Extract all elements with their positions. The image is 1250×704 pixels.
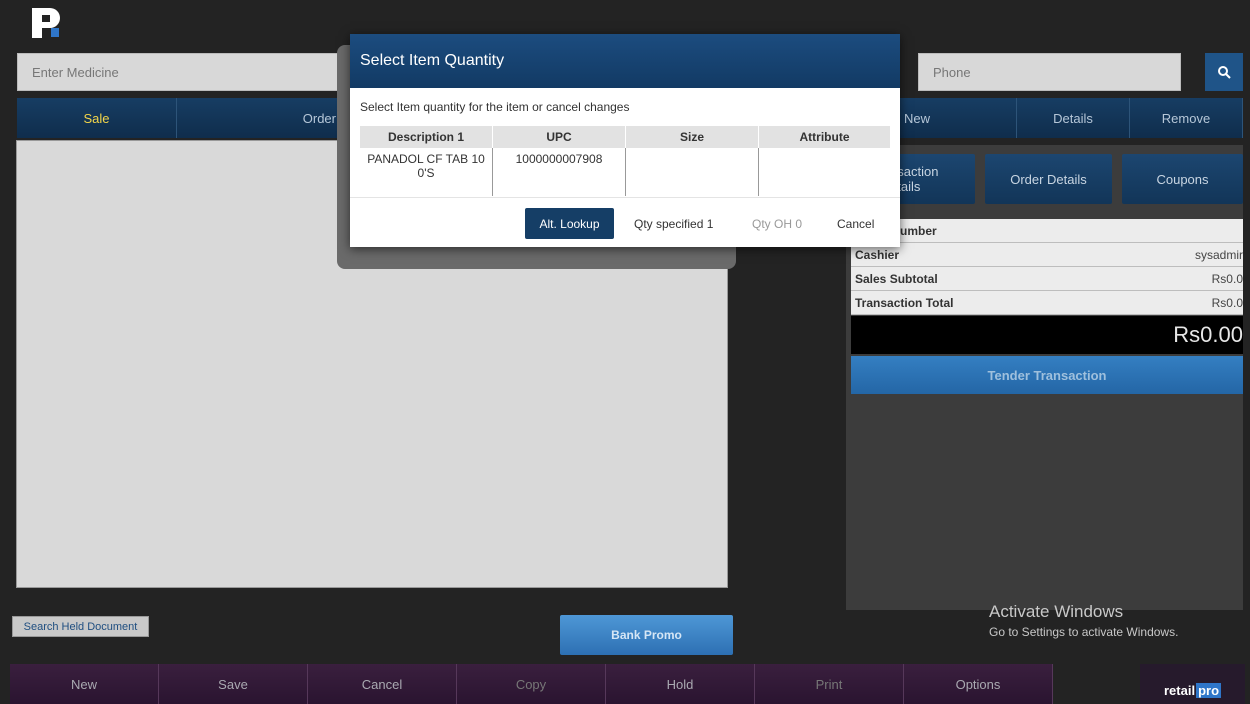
save-button[interactable]: Save [159, 664, 308, 704]
info-value: sysadmir [1194, 247, 1243, 262]
activate-windows-title: Activate Windows [989, 602, 1124, 621]
column-header-description: Description 1 [360, 126, 493, 148]
tab-customer-details[interactable]: Details [1017, 98, 1130, 138]
cancel-button[interactable]: Cancel [308, 664, 457, 704]
retailpro-logo-icon [30, 6, 60, 40]
qty-specified-text: Qty specified 1 [634, 216, 714, 231]
info-label: Transaction Total [855, 295, 954, 310]
options-button[interactable]: Options [904, 664, 1053, 704]
tab-remove-customer[interactable]: Remove [1130, 98, 1243, 138]
info-row-transaction-total: Transaction Total Rs0.0 [851, 291, 1243, 315]
bottom-action-bar: New Save Cancel Copy Hold Print Options [10, 664, 1053, 704]
search-icon [1218, 66, 1231, 79]
cell-size [625, 148, 759, 196]
brand-pro-text: pro [1196, 683, 1222, 698]
dialog-message: Select Item quantity for the item or can… [360, 100, 630, 114]
retailpro-brand-logo: retail pro [1140, 664, 1245, 704]
tab-order[interactable]: Order [177, 98, 357, 138]
cell-attribute [759, 148, 891, 196]
tab-sale[interactable]: Sale [17, 98, 177, 138]
info-value: Rs0.0 [1211, 271, 1243, 286]
info-label: Cashier [855, 247, 900, 262]
order-details-button[interactable]: Order Details [985, 154, 1112, 204]
tab-new-customer[interactable]: New [900, 98, 1017, 138]
coupons-button[interactable]: Coupons [1122, 154, 1243, 204]
total-display: Rs0.00 [851, 316, 1243, 354]
table-row[interactable]: PANADOL CF TAB 10 0'S 1000000007908 [360, 148, 890, 196]
tender-transaction-button[interactable]: Tender Transaction [851, 356, 1243, 394]
select-item-quantity-dialog: Select Item Quantity Select Item quantit… [350, 34, 900, 247]
info-row-number: umber [851, 219, 1243, 243]
cell-upc: 1000000007908 [492, 148, 626, 196]
info-label: Sales Subtotal [855, 271, 938, 286]
activate-windows-subtitle: Go to Settings to activate Windows. [989, 625, 1179, 639]
qty-on-hand-text: Qty OH 0 [752, 216, 803, 231]
alt-lookup-button[interactable]: Alt. Lookup [525, 208, 614, 239]
cell-description: PANADOL CF TAB 10 0'S [360, 148, 493, 196]
info-row-sales-subtotal: Sales Subtotal Rs0.0 [851, 267, 1243, 291]
search-held-document-button[interactable]: Search Held Document [12, 616, 149, 637]
hold-button[interactable]: Hold [606, 664, 755, 704]
new-button[interactable]: New [10, 664, 159, 704]
info-value: Rs0.0 [1211, 295, 1243, 310]
phone-search-input[interactable] [918, 53, 1181, 91]
document-type-tabs: Sale Order [17, 98, 357, 138]
info-row-cashier: Cashier sysadmir [851, 243, 1243, 267]
dialog-cancel-button[interactable]: Cancel [837, 208, 874, 239]
item-table: Description 1 UPC Size Attribute PANADOL… [360, 126, 890, 196]
bank-promo-button[interactable]: Bank Promo [560, 615, 733, 655]
column-header-size: Size [625, 126, 759, 148]
print-button[interactable]: Print [755, 664, 904, 704]
dialog-title: Select Item Quantity [350, 34, 900, 88]
customer-tabs: New Details Remove [900, 98, 1243, 138]
brand-retail-text: retail [1163, 683, 1196, 698]
copy-button[interactable]: Copy [457, 664, 606, 704]
column-header-attribute: Attribute [758, 126, 890, 148]
customer-search-button[interactable] [1205, 53, 1243, 91]
dialog-footer-divider [350, 197, 900, 198]
column-header-upc: UPC [492, 126, 626, 148]
